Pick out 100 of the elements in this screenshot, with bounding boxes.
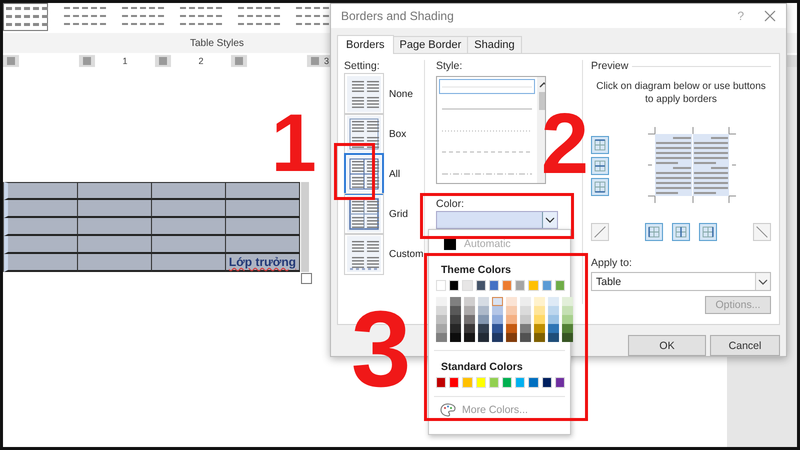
- option-label: Box: [389, 128, 406, 140]
- color-swatch[interactable]: [534, 324, 545, 333]
- step-number: 3: [351, 295, 412, 403]
- border-toggle-icon[interactable]: [672, 223, 690, 241]
- ok-button[interactable]: OK: [628, 335, 706, 356]
- color-swatch[interactable]: [562, 315, 573, 324]
- color-swatch[interactable]: [534, 333, 545, 342]
- color-swatch[interactable]: [492, 306, 503, 315]
- ribbon-group-label: Table Styles: [190, 38, 244, 48]
- color-swatch[interactable]: [464, 315, 475, 324]
- border-toggle-icon[interactable]: [591, 178, 609, 196]
- color-dropdown[interactable]: [436, 211, 558, 229]
- section-heading: Theme Colors: [441, 264, 512, 276]
- tab[interactable]: Shading: [467, 36, 522, 53]
- window-title: Borders and Shading: [341, 9, 455, 23]
- color-swatch[interactable]: [562, 297, 573, 306]
- ruler-marker[interactable]: [159, 57, 167, 65]
- instruction-text: Click on diagram below or use buttons to apply borders: [596, 80, 766, 106]
- color-swatch[interactable]: [436, 315, 447, 324]
- color-swatch[interactable]: [562, 324, 573, 333]
- color-swatch[interactable]: [492, 315, 503, 324]
- color-swatch[interactable]: [534, 306, 545, 315]
- border-toggle-icon[interactable]: [645, 223, 663, 241]
- color-swatch[interactable]: [450, 333, 461, 342]
- chevron-down-icon: [545, 217, 555, 223]
- color-swatch[interactable]: [534, 315, 545, 324]
- ruler-marker[interactable]: [311, 57, 319, 65]
- color-swatch[interactable]: [548, 324, 559, 333]
- color-swatch[interactable]: [548, 297, 559, 306]
- border-toggle-icon[interactable]: [753, 223, 771, 241]
- color-swatch[interactable]: [506, 324, 517, 333]
- color-swatch[interactable]: [464, 306, 475, 315]
- color-swatch[interactable]: [548, 306, 559, 315]
- color-swatch[interactable]: [548, 315, 559, 324]
- section-label: Preview: [591, 60, 628, 72]
- border-toggle-icon[interactable]: [699, 223, 717, 241]
- tab[interactable]: Borders: [337, 35, 394, 54]
- color-swatch[interactable]: [548, 333, 559, 342]
- color-swatch[interactable]: [562, 306, 573, 315]
- border-toggle-icon[interactable]: [591, 157, 609, 175]
- color-swatch[interactable]: [464, 333, 475, 342]
- color-swatch[interactable]: [436, 306, 447, 315]
- color-swatch[interactable]: [478, 297, 489, 306]
- color-swatch[interactable]: [436, 297, 447, 306]
- chevron-down-icon: [758, 278, 768, 284]
- highlight-frame: [334, 143, 375, 200]
- ruler-marker[interactable]: [83, 57, 91, 65]
- color-swatch[interactable]: [464, 297, 475, 306]
- color-swatch[interactable]: [464, 324, 475, 333]
- color-swatch[interactable]: [450, 324, 461, 333]
- color-swatch[interactable]: [520, 333, 531, 342]
- ruler-number: 1: [122, 56, 128, 66]
- color-swatch[interactable]: [520, 297, 531, 306]
- section-label: Color:: [436, 198, 466, 210]
- color-swatch[interactable]: [534, 297, 545, 306]
- cancel-button[interactable]: Cancel: [710, 335, 780, 356]
- color-swatch[interactable]: [450, 315, 461, 324]
- color-swatch[interactable]: [562, 333, 573, 342]
- table-style-thumbnail[interactable]: [3, 3, 49, 32]
- color-swatch[interactable]: [450, 297, 461, 306]
- table-resize-handle[interactable]: [301, 273, 312, 284]
- color-swatch[interactable]: [506, 333, 517, 342]
- color-swatch[interactable]: [492, 333, 503, 342]
- swatch-icon: [444, 238, 456, 250]
- color-swatch[interactable]: [520, 315, 531, 324]
- section-label: Style:: [436, 60, 464, 72]
- ruler-number: 3: [324, 56, 330, 66]
- step-number: 2: [541, 101, 589, 187]
- color-swatch[interactable]: [520, 306, 531, 315]
- color-swatch[interactable]: [506, 306, 517, 315]
- ruler-marker[interactable]: [235, 57, 243, 65]
- close-icon[interactable]: [764, 10, 776, 22]
- apply-to-dropdown[interactable]: Table: [591, 272, 771, 291]
- section-label: Apply to:: [591, 257, 633, 269]
- color-swatch[interactable]: [436, 333, 447, 342]
- ruler-number: 2: [198, 56, 204, 66]
- step-number: 1: [271, 103, 317, 185]
- tab[interactable]: Page Border: [392, 36, 468, 53]
- color-swatch[interactable]: [520, 324, 531, 333]
- section-label: Setting:: [344, 60, 381, 72]
- border-toggle-icon[interactable]: [591, 223, 609, 241]
- color-swatch[interactable]: [506, 315, 517, 324]
- color-swatch[interactable]: [492, 297, 503, 306]
- border-toggle-icon[interactable]: [591, 136, 609, 154]
- ruler-marker[interactable]: [7, 57, 15, 65]
- color-swatch[interactable]: [478, 315, 489, 324]
- section-heading: Standard Colors: [441, 361, 524, 373]
- color-swatch[interactable]: [506, 297, 517, 306]
- color-swatch[interactable]: [450, 306, 461, 315]
- color-swatch[interactable]: [436, 324, 447, 333]
- color-swatch[interactable]: [492, 324, 503, 333]
- color-swatch[interactable]: [478, 306, 489, 315]
- color-swatch[interactable]: [478, 324, 489, 333]
- option-label: All: [389, 168, 400, 180]
- border-setting-option[interactable]: [344, 153, 384, 195]
- table-cell: Lớp trưởng: [226, 254, 300, 272]
- color-swatch[interactable]: [478, 333, 489, 342]
- palette-icon: [440, 403, 456, 417]
- option-label: Grid: [389, 208, 408, 220]
- option-label: None: [389, 88, 413, 100]
